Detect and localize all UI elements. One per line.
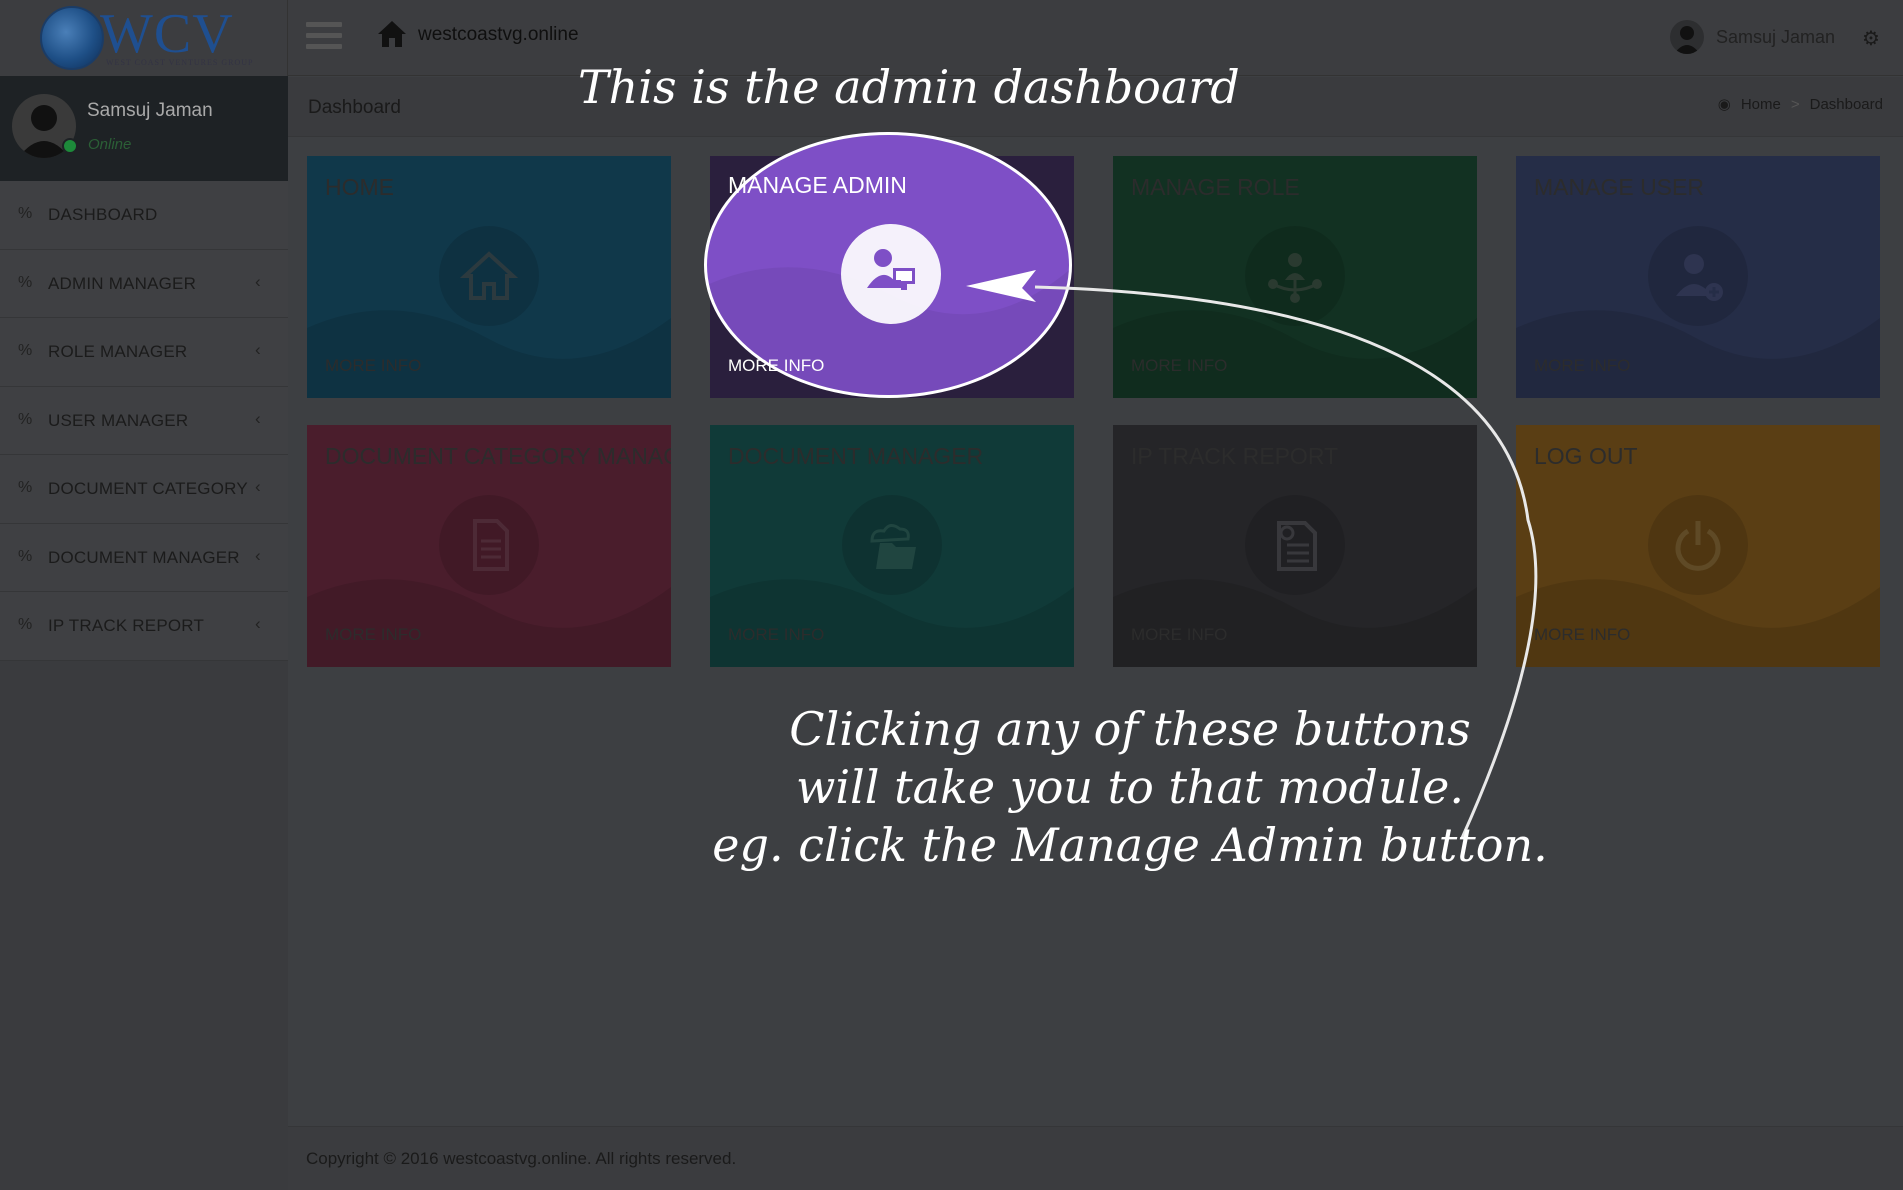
globe-logo-icon — [40, 6, 104, 70]
tile-title: IP TRACK REPORT — [1131, 443, 1339, 469]
tile-title: MANAGE ROLE — [1131, 174, 1300, 200]
breadcrumb-separator: > — [1790, 95, 1800, 113]
link-icon: % — [18, 342, 33, 359]
chevron-left-icon: ‹ — [255, 408, 261, 428]
sidebar-user-status: Online — [88, 136, 132, 153]
tile-manage-role[interactable]: MANAGE ROLE MORE INFO — [1113, 156, 1477, 398]
tile-document-manager[interactable]: DOCUMENT MANAGER MORE INFO — [710, 425, 1074, 667]
tile-title: HOME — [325, 174, 394, 200]
sidebar-item-document-manager[interactable]: % DOCUMENT MANAGER ‹ — [0, 523, 288, 592]
tile-manage-user[interactable]: MANAGE USER MORE INFO — [1516, 156, 1880, 398]
annotation-line-1: Clicking any of these buttons — [789, 702, 1471, 756]
tile-more-info-link[interactable]: MORE INFO — [1534, 356, 1630, 376]
tile-title: DOCUMENT CATEGORY MANAGER — [325, 443, 671, 469]
sidebar-item-label: USER MANAGER — [48, 410, 189, 430]
chevron-left-icon: ‹ — [255, 614, 261, 633]
report-icon — [1277, 521, 1317, 571]
logo-text: WCV — [100, 3, 234, 65]
tile-document-category-manager[interactable]: DOCUMENT CATEGORY MANAGER MORE INFO — [307, 425, 671, 667]
tile-more-info-link[interactable]: MORE INFO — [325, 356, 421, 376]
folder-cloud-icon — [870, 524, 916, 569]
sidebar-item-admin-manager[interactable]: % ADMIN MANAGER ‹ — [0, 249, 288, 318]
link-icon: % — [18, 273, 33, 291]
link-icon: % — [18, 410, 33, 428]
menu-toggle-icon[interactable] — [306, 22, 342, 50]
add-user-icon — [1676, 254, 1723, 301]
online-status-icon — [62, 138, 78, 154]
sidebar-item-role-manager[interactable]: % ROLE MANAGER ‹ — [0, 318, 288, 387]
sidebar-item-label: ROLE MANAGER — [48, 342, 188, 361]
tile-home[interactable]: HOME MORE INFO — [307, 156, 671, 398]
user-avatar[interactable] — [1670, 20, 1704, 54]
user-menu[interactable]: Samsuj Jaman — [1716, 27, 1835, 48]
chevron-left-icon: ‹ — [255, 545, 261, 565]
tile-log-out[interactable]: LOG OUT MORE INFO — [1516, 425, 1880, 667]
role-hierarchy-icon — [1268, 253, 1322, 303]
annotation-line-3: eg. click the Manage Admin button. — [712, 818, 1548, 872]
annotation-title: This is the admin dashboard — [578, 60, 1240, 114]
sidebar: Samsuj Jaman Online % DASHBOARD % ADMIN … — [0, 76, 288, 1190]
logo-subtext: WEST COAST VENTURES GROUP — [106, 58, 254, 67]
breadcrumb-current: Dashboard — [1809, 95, 1883, 113]
sidebar-menu: % DASHBOARD % ADMIN MANAGER ‹ % ROLE MAN… — [0, 181, 288, 661]
chevron-left-icon: ‹ — [255, 271, 261, 291]
tile-title: LOG OUT — [1534, 443, 1638, 469]
footer-copyright: Copyright © 2016 westcoastvg.online. All… — [306, 1149, 737, 1168]
page-title: Dashboard — [308, 97, 401, 118]
logo[interactable]: WCV WEST COAST VENTURES GROUP — [0, 0, 288, 76]
footer: Copyright © 2016 westcoastvg.online. All… — [288, 1126, 1903, 1190]
sidebar-item-label: DASHBOARD — [48, 205, 158, 224]
home-icon[interactable] — [376, 18, 408, 50]
chevron-left-icon: ‹ — [255, 477, 261, 496]
settings-gear-icon[interactable]: ⚙ — [1862, 26, 1880, 51]
sidebar-item-label: DOCUMENT MANAGER — [48, 547, 240, 567]
link-icon: % — [18, 205, 33, 222]
tile-ip-track-report[interactable]: IP TRACK REPORT MORE INFO — [1113, 425, 1477, 667]
sidebar-item-label: DOCUMENT CATEGORY — [48, 479, 248, 498]
home-icon — [459, 251, 519, 300]
chevron-left-icon: ‹ — [255, 340, 261, 359]
link-icon: % — [18, 479, 33, 496]
tile-more-info-link[interactable]: MORE INFO — [1131, 625, 1227, 645]
user-panel: Samsuj Jaman Online — [0, 76, 288, 181]
sidebar-item-dashboard[interactable]: % DASHBOARD — [0, 181, 288, 250]
sidebar-item-label: IP TRACK REPORT — [48, 616, 205, 635]
sidebar-item-user-manager[interactable]: % USER MANAGER ‹ — [0, 386, 288, 455]
tile-title: MANAGE USER — [1534, 174, 1704, 200]
link-icon: % — [18, 547, 33, 565]
tile-more-info-link[interactable]: MORE INFO — [728, 625, 824, 645]
link-icon: % — [18, 616, 33, 633]
more-info-link-highlighted[interactable]: MORE INFO — [728, 356, 824, 376]
sidebar-user-name: Samsuj Jaman — [87, 100, 213, 121]
document-icon — [473, 519, 509, 571]
sidebar-item-label: ADMIN MANAGER — [48, 273, 197, 293]
dashboard-icon: ◉ — [1717, 96, 1731, 113]
power-icon — [1675, 521, 1721, 571]
sidebar-item-document-category[interactable]: % DOCUMENT CATEGORY ‹ — [0, 455, 288, 524]
admin-icon[interactable] — [861, 244, 921, 304]
tile-more-info-link[interactable]: MORE INFO — [1131, 356, 1227, 376]
site-name[interactable]: westcoastvg.online — [418, 24, 579, 46]
breadcrumb-home[interactable]: Home — [1741, 96, 1781, 113]
breadcrumb: ◉ Home > Dashboard — [1717, 95, 1883, 114]
tile-title-highlighted[interactable]: MANAGE ADMIN — [728, 172, 907, 199]
tile-title: DOCUMENT MANAGER — [728, 443, 984, 469]
annotation-line-2: will take you to that module. — [795, 760, 1465, 814]
annotation-instructions: Clicking any of these buttons will take … — [560, 700, 1700, 874]
tile-more-info-link[interactable]: MORE INFO — [1534, 625, 1630, 645]
sidebar-item-ip-track-report[interactable]: % IP TRACK REPORT ‹ — [0, 592, 288, 661]
tile-more-info-link[interactable]: MORE INFO — [325, 625, 421, 645]
